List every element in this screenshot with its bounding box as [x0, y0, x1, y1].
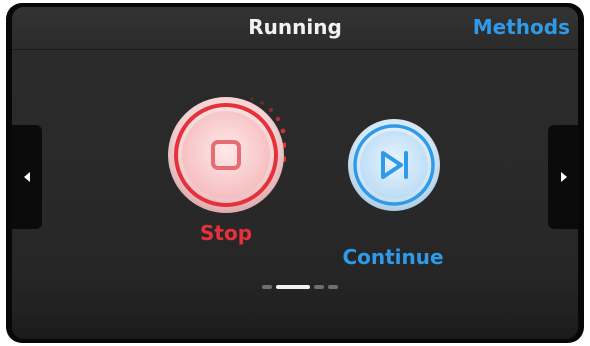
header-bar: Running Methods [12, 7, 578, 50]
continue-button[interactable]: Continue [338, 117, 448, 269]
continue-label: Continue [342, 245, 444, 269]
page-dot[interactable] [328, 285, 338, 289]
skip-forward-icon [381, 151, 408, 179]
page-indicator [258, 285, 348, 291]
footer-band [12, 305, 578, 339]
next-page-button[interactable] [548, 125, 578, 229]
stop-square-icon [211, 140, 241, 170]
page-dot-active[interactable] [276, 285, 310, 289]
stop-label: Stop [199, 221, 253, 245]
chevron-right-icon [561, 172, 567, 182]
methods-button[interactable]: Methods [473, 15, 570, 39]
chevron-left-icon [24, 172, 30, 182]
page-dot[interactable] [262, 285, 272, 289]
stop-button[interactable]: Stop [166, 93, 286, 245]
screen: Running Methods Stop Continue [12, 7, 578, 339]
device-frame: Running Methods Stop Continue [6, 3, 584, 343]
page-dot[interactable] [314, 285, 324, 289]
previous-page-button[interactable] [12, 125, 42, 229]
